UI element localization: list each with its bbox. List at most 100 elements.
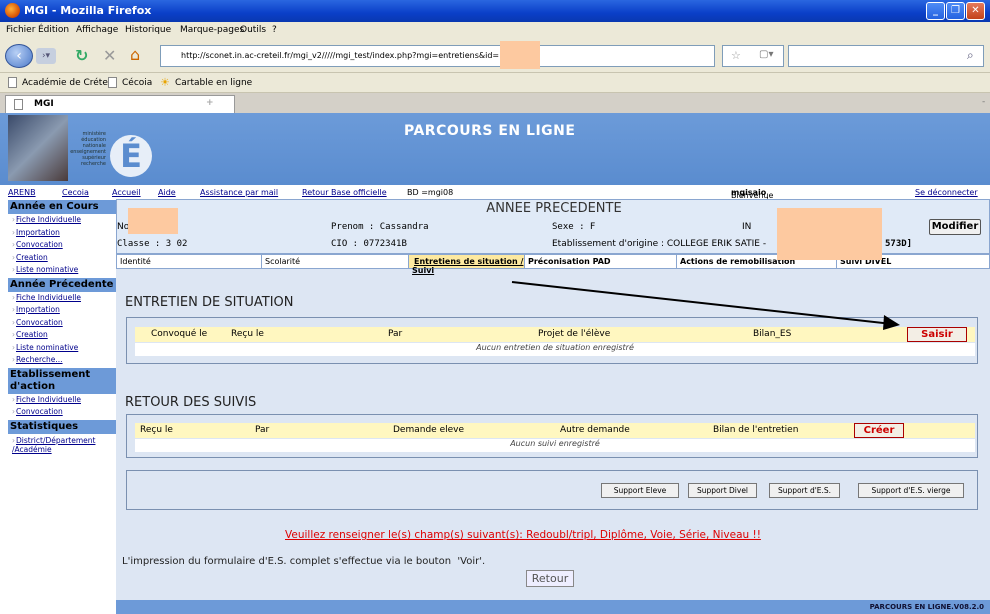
tab-list-icon[interactable]: - <box>982 97 985 107</box>
tab-preconisation[interactable]: Préconisation PAD <box>525 255 677 268</box>
reload-icon[interactable]: ↻ <box>75 46 88 65</box>
new-tab-icon[interactable]: + <box>206 98 214 108</box>
modify-button[interactable]: Modifier <box>929 219 981 235</box>
entretien-empty-message: Aucun entretien de situation enregistré <box>135 343 975 356</box>
sidebar-item-fiche-individuelle[interactable]: Fiche Individuelle <box>8 214 116 227</box>
ministry-logo: É <box>110 135 152 177</box>
sidebar-item-liste-nominative[interactable]: Liste nominative <box>8 264 116 277</box>
close-window-button[interactable]: ✕ <box>966 2 985 20</box>
tab-strip: MGI + - <box>0 93 990 113</box>
sidebar-item-convocation[interactable]: Convocation <box>8 239 116 252</box>
ine-label: IN <box>742 222 752 232</box>
menubar: Fichier Édition Affichage Historique Mar… <box>0 22 990 39</box>
sidebar-section-annee-precedente: Année Précedente <box>8 276 116 292</box>
suivis-title: RETOUR DES SUIVIS <box>125 395 257 410</box>
column-header: Par <box>388 329 403 339</box>
page-icon <box>14 99 23 110</box>
sidebar-item-recherche[interactable]: Recherche... <box>8 354 116 367</box>
page-icon: ▢▾ <box>759 49 774 60</box>
support-divel-button[interactable]: Support Divel <box>688 483 757 498</box>
bookmark-cartable[interactable]: Cartable en ligne <box>175 78 252 88</box>
logout-link[interactable]: Se déconnecter <box>915 188 978 197</box>
sidebar-item-creation[interactable]: Creation <box>8 329 116 342</box>
back-icon[interactable]: ‹ <box>5 44 33 68</box>
search-icon[interactable]: ⌕ <box>967 48 974 63</box>
site-banner: ministère éducation nationale enseigneme… <box>0 113 990 185</box>
menu-historique[interactable]: Historique <box>125 25 171 35</box>
url-text: http://sconet.in.ac-creteil.fr/mgi_v2///… <box>181 51 510 60</box>
column-header: Bilan de l'entretien <box>713 425 799 435</box>
column-header: Convoqué le <box>151 329 208 339</box>
sidebar-section-statistiques: Statistiques <box>8 418 116 434</box>
sidebar-item-liste-nominative[interactable]: Liste nominative <box>8 341 116 354</box>
suivis-table: Reçu le Par Demande eleve Autre demande … <box>126 414 978 458</box>
cio-value: CIO : 0772341B <box>331 239 407 249</box>
sidebar-section-annee-en-cours: Année en Cours <box>8 199 116 214</box>
sidebar-item-convocation[interactable]: Convocation <box>8 316 116 329</box>
minimize-button[interactable]: _ <box>926 2 945 20</box>
address-bar[interactable]: http://sconet.in.ac-creteil.fr/mgi_v2///… <box>160 45 715 67</box>
star-icon[interactable]: ☆ <box>731 49 741 62</box>
tab-entretiens[interactable]: Entretiens de situation / Suivi <box>409 255 525 275</box>
creer-button[interactable]: Créer <box>854 423 904 438</box>
stop-icon[interactable]: ✕ <box>103 46 116 65</box>
etablissement-code: 573D] <box>885 239 913 249</box>
tab-scolarite[interactable]: Scolarité <box>262 255 409 268</box>
tab-identite[interactable]: Identité <box>117 255 262 268</box>
maximize-button[interactable]: ❐ <box>946 2 965 20</box>
ministry-text: ministère éducation nationale enseigneme… <box>70 131 106 167</box>
support-es-button[interactable]: Support d'E.S. <box>769 483 840 498</box>
menu-fichier[interactable]: Fichier <box>6 25 35 35</box>
prenom-value: Prenom : Cassandra <box>331 222 429 232</box>
link-assistance[interactable]: Assistance par mail <box>200 188 278 197</box>
menu-help[interactable]: ? <box>272 25 277 35</box>
entretien-title: ENTRETIEN DE SITUATION <box>125 295 294 310</box>
sidebar-item-fiche-individuelle[interactable]: Fiche Individuelle <box>8 291 116 304</box>
page-icon <box>8 77 17 88</box>
column-header: Par <box>255 425 270 435</box>
page-icon <box>108 77 117 88</box>
sidebar-item-fiche-individuelle[interactable]: Fiche Individuelle <box>8 393 116 406</box>
menu-edition[interactable]: Édition <box>38 25 69 35</box>
retour-button[interactable]: Retour <box>526 570 574 587</box>
menu-marque-pages[interactable]: Marque-pages <box>180 25 244 35</box>
sidebar-item-creation[interactable]: Creation <box>8 251 116 264</box>
sidebar-item-convocation[interactable]: Convocation <box>8 406 116 419</box>
print-note: L'impression du formulaire d'E.S. comple… <box>122 556 486 567</box>
welcome-text: Bienvenue mgisaio, Administrateur MGI <box>731 188 826 218</box>
bookmark-star-box[interactable]: ☆ ▢▾ <box>722 45 784 67</box>
column-header: Reçu le <box>231 329 264 339</box>
sun-icon: ☀ <box>160 76 170 89</box>
link-cecoia[interactable]: Cecoia <box>62 188 89 197</box>
support-es-vierge-button[interactable]: Support d'E.S. vierge <box>858 483 964 498</box>
student-info-panel: ANNEE PRECEDENTE No Prenom : Cassandra S… <box>116 199 990 260</box>
bookmarks-toolbar: Académie de Créteil Cécoia ☀ Cartable en… <box>0 73 990 93</box>
link-retour-base[interactable]: Retour Base officielle <box>302 188 387 197</box>
link-accueil[interactable]: Accueil <box>112 188 141 197</box>
sidebar-item-district[interactable]: District/Département /Académie <box>8 433 116 454</box>
version-footer: PARCOURS EN LIGNE.V08.2.0 <box>116 600 990 614</box>
menu-affichage[interactable]: Affichage <box>76 25 118 35</box>
banner-title: PARCOURS EN LIGNE <box>404 123 576 139</box>
support-eleve-button[interactable]: Support Eleve <box>601 483 679 498</box>
bookmark-academie[interactable]: Académie de Créteil <box>22 78 113 88</box>
sidebar: Année en Cours Fiche Individuelle Import… <box>8 199 116 461</box>
menu-outils[interactable]: Outils <box>240 25 266 35</box>
saisir-button[interactable]: Saisir <box>907 327 967 342</box>
sidebar-item-importation[interactable]: Importation <box>8 226 116 239</box>
window-title: MGI - Mozilla Firefox <box>24 4 152 17</box>
home-icon[interactable]: ⌂ <box>130 45 140 64</box>
suivis-empty-message: Aucun suivi enregistré <box>135 439 975 452</box>
bookmark-cecoia[interactable]: Cécoia <box>122 78 152 88</box>
tab-label: MGI <box>34 99 54 109</box>
link-aide[interactable]: Aide <box>158 188 176 197</box>
tab-mgi[interactable]: MGI + <box>5 95 235 113</box>
search-input[interactable]: ⌕ <box>788 45 984 67</box>
bd-label: BD =mgi08 <box>407 188 454 197</box>
forward-icon[interactable]: ›▾ <box>36 48 56 64</box>
top-links: ARENB Cecoia Accueil Aide Assistance par… <box>0 185 990 218</box>
link-arenb[interactable]: ARENB <box>8 188 36 197</box>
suivis-section: RETOUR DES SUIVIS Reçu le Par Demande el… <box>122 378 982 460</box>
sidebar-item-importation[interactable]: Importation <box>8 304 116 317</box>
navigation-toolbar: ‹ ›▾ ↻ ✕ ⌂ http://sconet.in.ac-creteil.f… <box>0 39 990 73</box>
